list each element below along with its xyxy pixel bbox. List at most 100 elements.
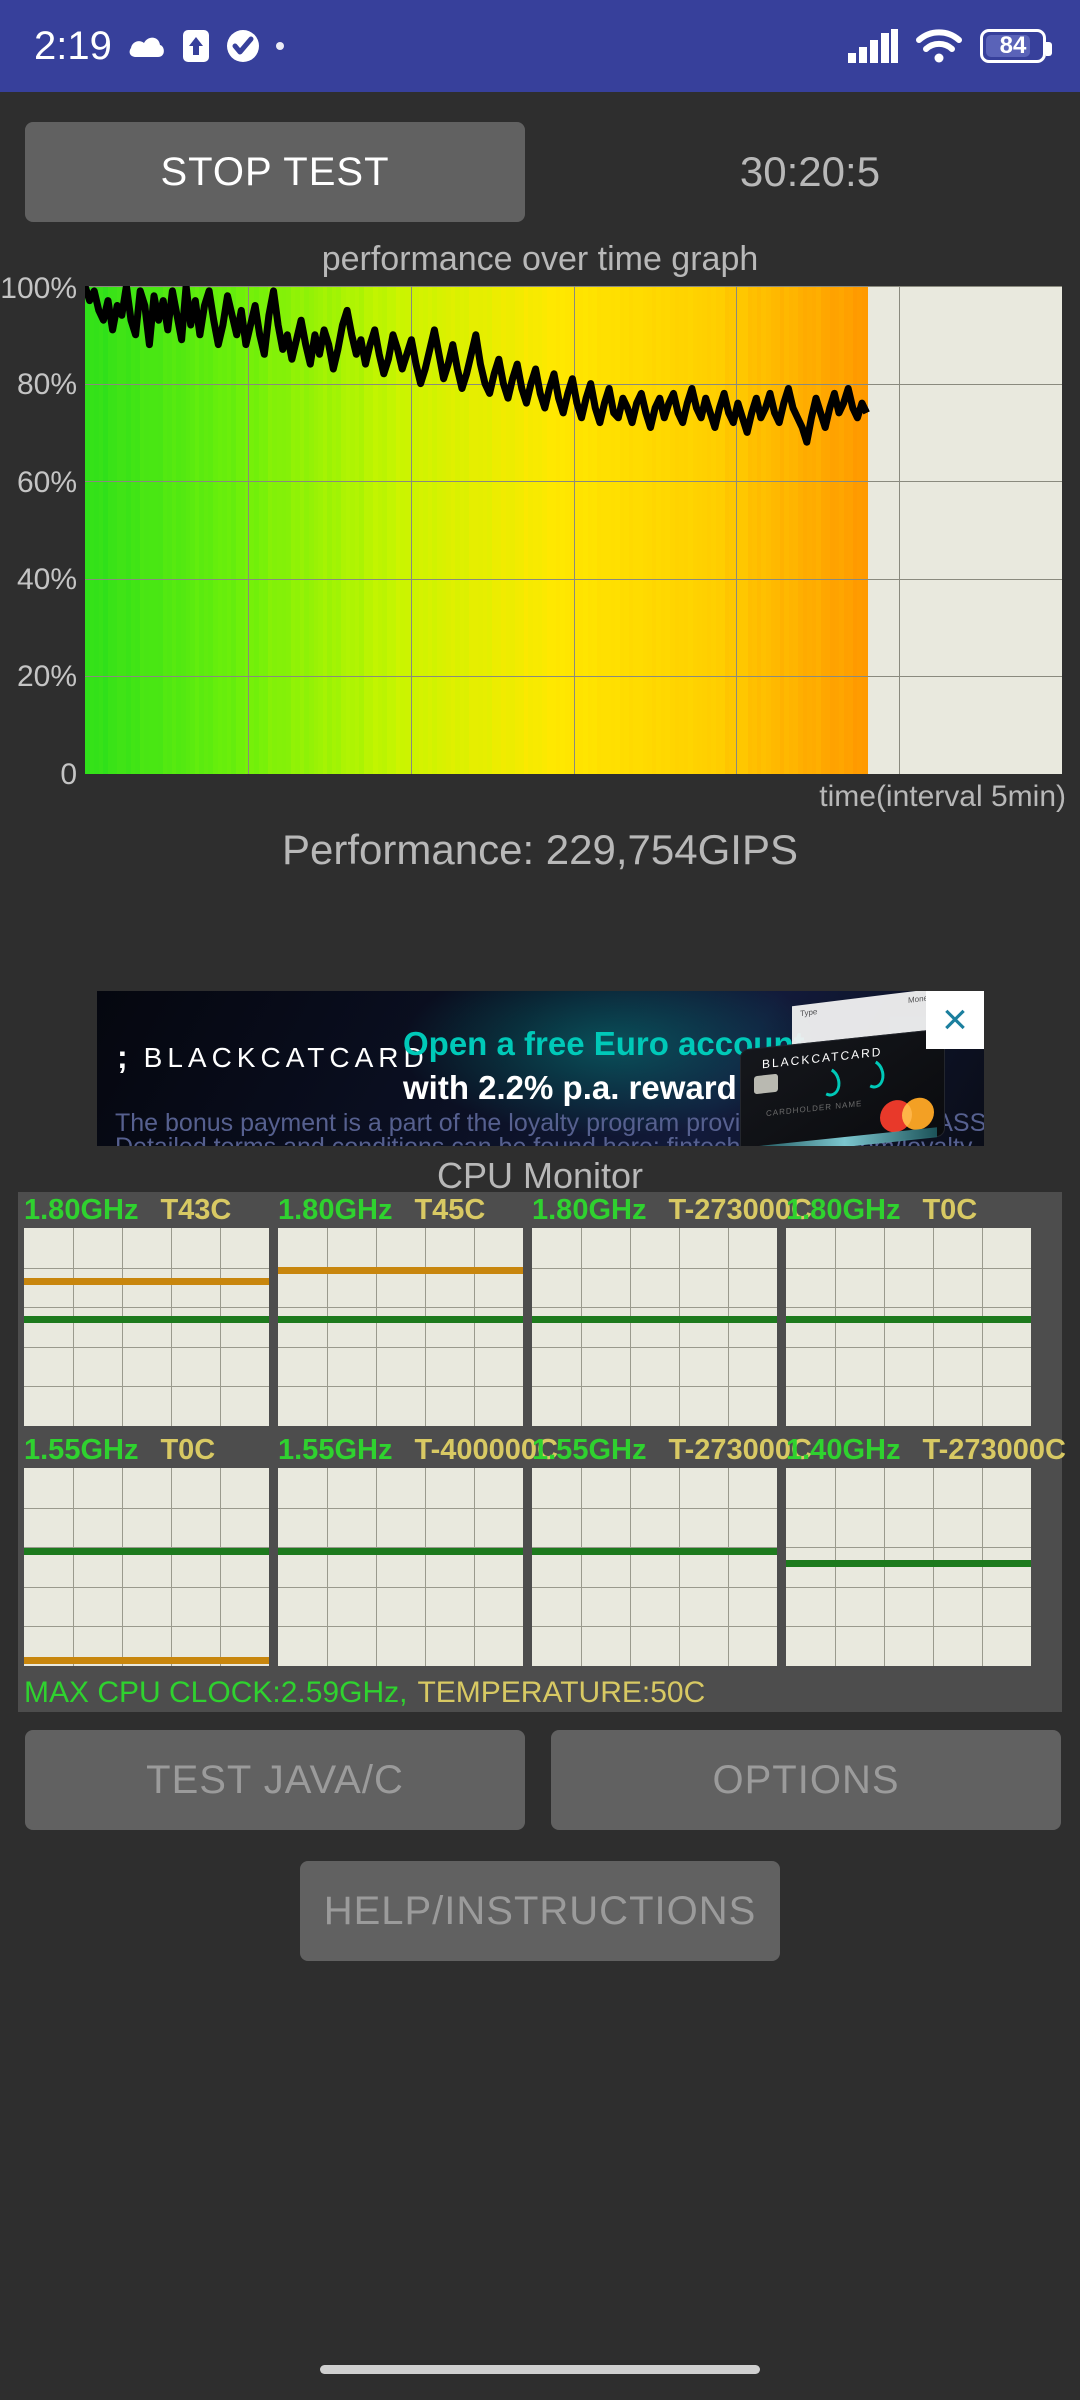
mini-grid-horizontal — [278, 1386, 523, 1388]
mini-grid-vertical — [220, 1228, 221, 1426]
mini-grid-vertical — [171, 1468, 172, 1666]
ad-banner[interactable]: ; BLACKCATCARD Open a free Euro account … — [97, 991, 984, 1146]
mini-grid-vertical — [122, 1228, 123, 1426]
test-java-c-button[interactable]: TEST JAVA/C — [25, 1730, 525, 1830]
ad-subhead: with 2.2% p.a. reward — [403, 1069, 737, 1106]
cpu-clock-line — [532, 1316, 777, 1324]
cpu-core-temperature: T0C — [922, 1193, 978, 1226]
home-indicator[interactable] — [320, 2364, 760, 2374]
cpu-core-labels: 1.40GHz T-273000C — [786, 1432, 1080, 1468]
cpu-core-mini-graph — [278, 1468, 523, 1666]
help-instructions-button[interactable]: HELP/INSTRUCTIONS — [300, 1861, 780, 1961]
mini-grid-horizontal — [278, 1346, 523, 1348]
mini-grid-vertical — [220, 1468, 221, 1666]
ad-brand-name: BLACKCATCARD — [143, 1041, 429, 1073]
cpu-core-temperature: T43C — [160, 1193, 232, 1226]
y-tick-0: 0 — [60, 758, 77, 791]
performance-trace — [85, 286, 870, 446]
mini-grid-horizontal — [786, 1507, 1031, 1509]
mini-grid-vertical — [425, 1228, 426, 1426]
cpu-core-clock: 1.55GHz — [24, 1433, 139, 1466]
wifi-icon — [916, 29, 962, 63]
clock-time: 2:19 — [34, 23, 112, 68]
system-navigation-bar — [0, 2338, 1080, 2400]
mini-grid-horizontal — [786, 1586, 1031, 1588]
ad-card-image: Type Money BLACKCATCARD CARDHOLDER NAME — [722, 991, 952, 1146]
mini-grid-horizontal — [532, 1586, 777, 1588]
performance-graph: performance over time graph 100% 80% 60%… — [0, 240, 1080, 820]
y-tick-20: 20% — [16, 660, 77, 693]
mini-grid-horizontal — [278, 1586, 523, 1588]
cpu-temperature: TEMPERATURE:50C — [417, 1676, 706, 1709]
cpu-core-mini-graph — [24, 1228, 269, 1426]
battery-level: 84 — [999, 32, 1027, 59]
mini-grid-horizontal — [24, 1267, 269, 1269]
cpu-core-clock: 1.80GHz — [786, 1193, 901, 1226]
status-bar: 2:19 84 — [0, 0, 1080, 92]
mini-grid-vertical — [327, 1228, 328, 1426]
cpu-core-temperature: T0C — [160, 1433, 216, 1466]
mini-grid-horizontal — [786, 1267, 1031, 1269]
mini-grid-vertical — [474, 1228, 475, 1426]
mini-grid-horizontal — [786, 1386, 1031, 1388]
battery-icon: 84 — [980, 29, 1052, 63]
cpu-core-mini-graph — [532, 1228, 777, 1426]
cpu-temperature-line — [278, 1266, 523, 1274]
mini-grid-horizontal — [532, 1346, 777, 1348]
y-tick-100: 100% — [0, 272, 77, 305]
mini-grid-vertical — [171, 1228, 172, 1426]
cpu-core-mini-graph — [278, 1228, 523, 1426]
mini-grid-vertical — [933, 1228, 934, 1426]
mini-grid-vertical — [679, 1468, 680, 1666]
cpu-clock-line — [786, 1316, 1031, 1324]
mini-grid-horizontal — [24, 1507, 269, 1509]
mini-grid-vertical — [835, 1228, 836, 1426]
mini-grid-vertical — [884, 1228, 885, 1426]
mini-grid-vertical — [376, 1468, 377, 1666]
mini-grid-horizontal — [532, 1307, 777, 1309]
mini-grid-horizontal — [786, 1547, 1031, 1549]
cpu-summary: MAX CPU CLOCK:2.59GHz, TEMPERATURE:50C — [24, 1674, 705, 1712]
cpu-clock-line — [24, 1316, 269, 1324]
mini-grid-vertical — [376, 1228, 377, 1426]
close-icon: × — [942, 995, 968, 1044]
cpu-core-labels: 1.80GHz T0C — [786, 1192, 1080, 1228]
mini-grid-vertical — [122, 1468, 123, 1666]
cpu-core-mini-graph — [24, 1468, 269, 1666]
cpu-core-clock: 1.80GHz — [278, 1193, 393, 1226]
check-circle-icon — [226, 29, 260, 63]
max-cpu-clock: MAX CPU CLOCK:2.59GHz, — [24, 1676, 408, 1709]
mini-grid-horizontal — [278, 1507, 523, 1509]
mini-grid-vertical — [474, 1468, 475, 1666]
cpu-core-cell: 1.55GHz T-400000C — [278, 1432, 558, 1668]
mini-grid-horizontal — [278, 1307, 523, 1309]
cpu-clock-line — [532, 1548, 777, 1556]
cpu-core-mini-graph — [786, 1468, 1031, 1666]
cpu-clock-line — [786, 1560, 1031, 1568]
mini-grid-horizontal — [786, 1307, 1031, 1309]
y-tick-40: 40% — [16, 563, 77, 596]
cpu-core-cell: 1.40GHz T-273000C — [786, 1432, 1066, 1668]
performance-readout: Performance: 229,754GIPS — [282, 826, 798, 873]
cpu-core-mini-graph — [786, 1228, 1031, 1426]
cpu-core-temperature: T45C — [414, 1193, 486, 1226]
cpu-core-cell: 1.80GHz T-273000C — [532, 1192, 812, 1428]
x-axis-label: time(interval 5min) — [819, 780, 1066, 813]
mini-grid-vertical — [679, 1228, 680, 1426]
mini-grid-horizontal — [786, 1626, 1031, 1628]
cpu-core-temperature: T-273000C — [922, 1433, 1066, 1466]
signal-icon — [848, 29, 898, 63]
cpu-core-cell: 1.80GHz T45C — [278, 1192, 523, 1428]
ad-close-button[interactable]: × — [926, 991, 984, 1049]
mini-grid-vertical — [630, 1228, 631, 1426]
upload-icon — [182, 29, 210, 63]
cpu-core-cell: 1.55GHz T-273000C — [532, 1432, 812, 1668]
stop-test-button[interactable]: STOP TEST — [25, 122, 525, 222]
mini-grid-horizontal — [786, 1346, 1031, 1348]
cpu-core-cell: 1.80GHz T0C — [786, 1192, 1031, 1428]
mini-grid-vertical — [73, 1228, 74, 1426]
options-button[interactable]: OPTIONS — [551, 1730, 1061, 1830]
cpu-core-clock: 1.55GHz — [278, 1433, 393, 1466]
mini-grid-vertical — [581, 1468, 582, 1666]
cpu-core-cell: 1.80GHz T43C — [24, 1192, 269, 1428]
